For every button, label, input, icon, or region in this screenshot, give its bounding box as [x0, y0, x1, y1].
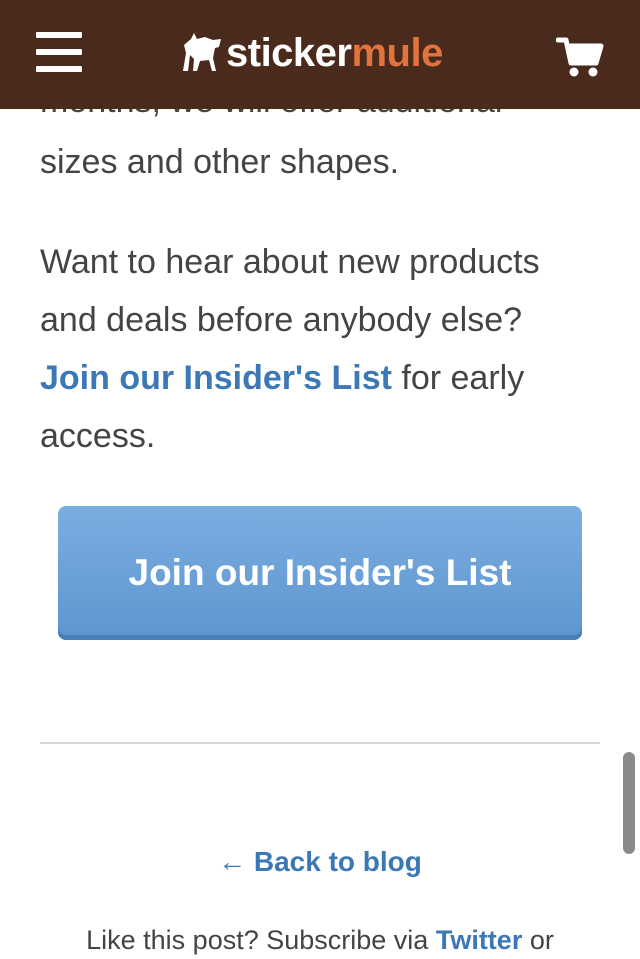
article-paragraph-1: sizes and other shapes.: [40, 143, 400, 181]
logo-text-sticker: sticker: [226, 30, 352, 75]
subscribe-text: Like this post? Subscribe via Twitter or: [0, 920, 640, 959]
hamburger-menu-icon[interactable]: [36, 30, 82, 74]
scrollbar-thumb[interactable]: [623, 752, 635, 854]
subscribe-suffix: or: [529, 925, 554, 955]
page: months, we will offer additional sticker…: [0, 0, 640, 959]
stickermule-logo[interactable]: sticker mule: [178, 28, 443, 78]
horse-logo-icon: [183, 33, 221, 71]
paragraph-2-text: Want to hear about new products and deal…: [40, 243, 540, 339]
shopping-cart-icon[interactable]: [555, 36, 604, 78]
subscribe-prefix: Like this post? Subscribe via: [86, 925, 429, 955]
divider: [40, 742, 600, 744]
back-to-blog-link[interactable]: ← Back to blog: [0, 840, 640, 884]
header-bar: sticker mule: [0, 0, 640, 109]
article-paragraph-2: Want to hear about new products and deal…: [40, 233, 600, 465]
twitter-link[interactable]: Twitter: [436, 925, 523, 955]
join-insiders-list-button[interactable]: Join our Insider's List: [58, 506, 582, 640]
logo-text-mule: mule: [351, 30, 443, 75]
insiders-list-link[interactable]: Join our Insider's List: [40, 359, 392, 397]
